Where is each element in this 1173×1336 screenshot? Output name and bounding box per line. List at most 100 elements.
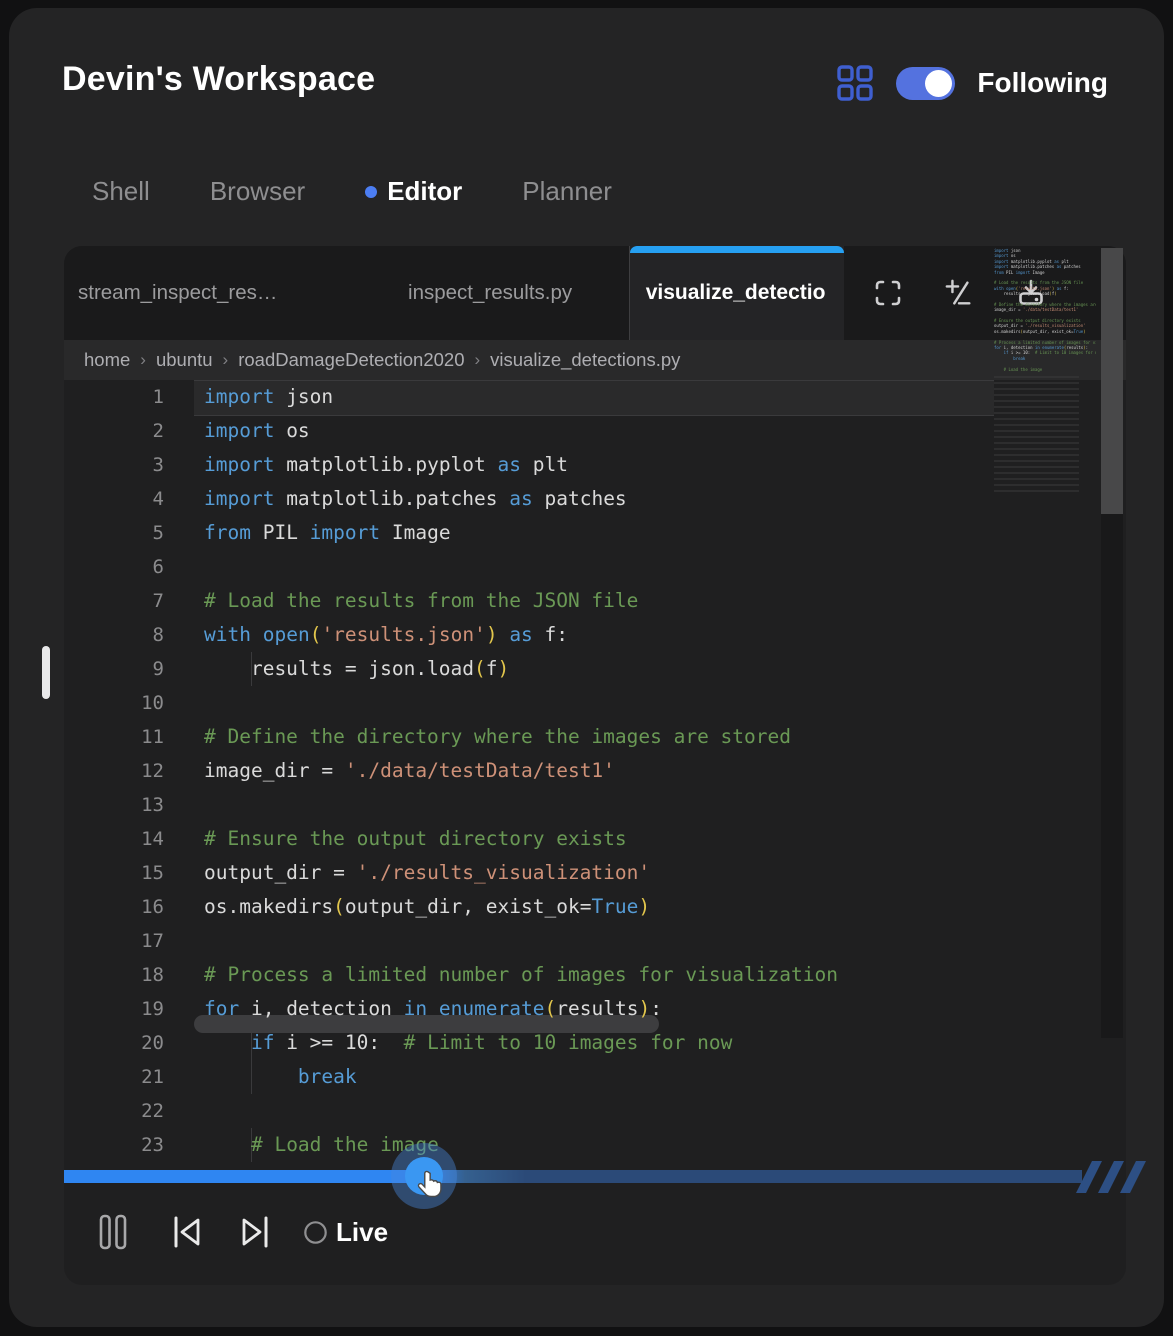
- active-file-tab-indicator: [629, 246, 844, 253]
- breadcrumb: home › ubuntu › roadDamageDetection2020 › visu…: [64, 340, 1126, 380]
- tab-planner[interactable]: Planner: [522, 176, 612, 207]
- code-line-10[interactable]: 10: [64, 686, 1126, 720]
- following-label: Following: [977, 67, 1108, 98]
- code-line-9[interactable]: 9 results = json.load(f): [64, 652, 1126, 686]
- panel-drag-handle[interactable]: [42, 646, 50, 699]
- vertical-scrollbar[interactable]: [1101, 248, 1123, 514]
- following-toggle[interactable]: [896, 66, 956, 100]
- tab-editor[interactable]: Editor: [365, 176, 462, 207]
- code-line-13[interactable]: 13: [64, 788, 1126, 822]
- code-line-18[interactable]: 18 # Process a limited number of images f…: [64, 958, 1126, 992]
- nav-tab-label: Editor: [387, 176, 463, 206]
- player-controls: Live: [97, 1208, 388, 1256]
- line-number: 15: [141, 862, 164, 884]
- line-number: 18: [141, 964, 164, 986]
- code-area[interactable]: 1 import json 2 import os 3 import matplotlib…: [64, 380, 1126, 1172]
- minimap-overflow: [994, 375, 1079, 496]
- code-line-21[interactable]: 21 break: [64, 1060, 1126, 1094]
- line-content: image_dir = './data/testData/test1': [204, 759, 615, 782]
- editor-tabbar: stream_inspect_res… inspect_results.py vis…: [64, 246, 1126, 340]
- line-number: 2: [152, 420, 164, 442]
- grid-icon[interactable]: [836, 64, 874, 102]
- pause-icon[interactable]: [97, 1212, 129, 1252]
- tab-browser[interactable]: Browser: [210, 176, 305, 207]
- line-number: 4: [152, 488, 164, 510]
- code-line-15[interactable]: 15 output_dir = './results_visualization': [64, 856, 1126, 890]
- code-line-5[interactable]: 5 from PIL import Image: [64, 516, 1126, 550]
- workspace-panel: Devin's Workspace Following Shell Browser…: [9, 8, 1164, 1327]
- line-number: 11: [141, 726, 164, 748]
- code-line-19[interactable]: 19 for i, detection in enumerate(results)…: [64, 992, 1126, 1026]
- line-number: 19: [141, 998, 164, 1020]
- file-tab-label: inspect_results.py: [408, 281, 573, 304]
- code-line-17[interactable]: 17: [64, 924, 1126, 958]
- code-line-3[interactable]: 3 import matplotlib.pyplot as plt: [64, 448, 1126, 482]
- line-content: # Define the directory where the images …: [204, 725, 791, 748]
- line-number: 6: [152, 556, 164, 578]
- breadcrumb-separator: ›: [140, 350, 146, 369]
- live-radio: [304, 1220, 327, 1244]
- minimap-row: # Load the image: [1003, 366, 1043, 372]
- line-number: 3: [152, 454, 164, 476]
- live-toggle[interactable]: Live: [303, 1217, 388, 1248]
- line-number: 16: [141, 896, 164, 918]
- file-tab-2[interactable]: visualize_detectio: [628, 246, 844, 340]
- skip-back-icon[interactable]: [169, 1213, 205, 1251]
- toggle-knob: [925, 69, 953, 97]
- file-tab-label: stream_inspect_res…: [78, 281, 278, 304]
- line-number: 5: [152, 522, 164, 544]
- code-line-6[interactable]: 6: [64, 550, 1126, 584]
- breadcrumb-item[interactable]: ubuntu: [156, 349, 213, 371]
- header-actions: Following: [836, 64, 1108, 102]
- breadcrumb-separator: ›: [222, 350, 229, 369]
- fullscreen-icon[interactable]: [874, 279, 902, 307]
- code-line-7[interactable]: 7 # Load the results from the JSON file: [64, 584, 1126, 618]
- code-line-8[interactable]: 8 with open('results.json') as f:: [64, 618, 1126, 652]
- font-size-icon[interactable]: [944, 278, 974, 308]
- nav-tab-label: Shell: [92, 176, 150, 206]
- line-number: 20: [141, 1032, 164, 1054]
- timeline-end-stripes: [1076, 1161, 1146, 1193]
- line-content: # Load the results from the JSON file: [204, 589, 639, 612]
- nav-tab-label: Browser: [209, 176, 306, 206]
- code-line-23[interactable]: 23 # Load the image: [64, 1128, 1126, 1162]
- breadcrumb-item[interactable]: roadDamageDetection2020: [238, 349, 464, 371]
- line-content: if i >= 10: # Limit to 10 images for now: [250, 1031, 733, 1054]
- code-line-14[interactable]: 14 # Ensure the output directory exists: [64, 822, 1126, 856]
- code-line-22[interactable]: 22: [64, 1094, 1126, 1128]
- vertical-scrollbar-track: [1101, 514, 1123, 1038]
- line-content: # Process a limited number of images for…: [204, 963, 838, 986]
- line-number: 13: [141, 794, 164, 816]
- file-tab-1[interactable]: inspect_results.py: [351, 246, 628, 340]
- file-tab-0[interactable]: stream_inspect_res…: [64, 246, 351, 340]
- breadcrumb-item[interactable]: visualize_detections.py: [490, 349, 680, 371]
- minimap[interactable]: import json import os import matplotlib.py…: [994, 248, 1096, 688]
- file-tab-label: visualize_detectio: [645, 281, 826, 304]
- line-number: 7: [152, 590, 164, 612]
- code-line-20[interactable]: 20 if i >= 10: # Limit to 10 images for …: [64, 1026, 1126, 1060]
- live-label: Live: [336, 1216, 389, 1247]
- workspace-nav: Shell Browser Editor Planner: [92, 176, 612, 207]
- code-line-16[interactable]: 16 os.makedirs(output_dir, exist_ok=True): [64, 890, 1126, 924]
- line-content: os.makedirs(output_dir, exist_ok=True): [204, 895, 651, 918]
- line-number: 12: [141, 760, 164, 782]
- timeline-bar[interactable]: [64, 1170, 1082, 1183]
- code-line-4[interactable]: 4 import matplotlib.patches as patches: [64, 482, 1126, 516]
- code-line-2[interactable]: 2 import os: [64, 414, 1126, 448]
- line-number: 14: [141, 828, 164, 850]
- tab-shell[interactable]: Shell: [92, 176, 150, 207]
- code-line-11[interactable]: 11 # Define the directory where the image…: [64, 720, 1126, 754]
- line-content: output_dir = './results_visualization': [204, 861, 651, 884]
- line-number: 23: [141, 1134, 164, 1156]
- page-title: Devin's Workspace: [62, 60, 376, 98]
- line-content: # Ensure the output directory exists: [204, 827, 627, 850]
- hand-cursor-icon: [418, 1170, 442, 1198]
- code-line-1[interactable]: 1 import json: [64, 380, 1126, 416]
- timeline-scrubber: [64, 1143, 1146, 1209]
- breadcrumb-item[interactable]: home: [84, 349, 130, 371]
- code-line-12[interactable]: 12 image_dir = './data/testData/test1': [64, 754, 1126, 788]
- line-number: 8: [152, 624, 164, 646]
- line-content: from PIL import Image: [204, 521, 451, 544]
- skip-forward-icon[interactable]: [237, 1213, 273, 1251]
- line-content: import os: [204, 419, 310, 442]
